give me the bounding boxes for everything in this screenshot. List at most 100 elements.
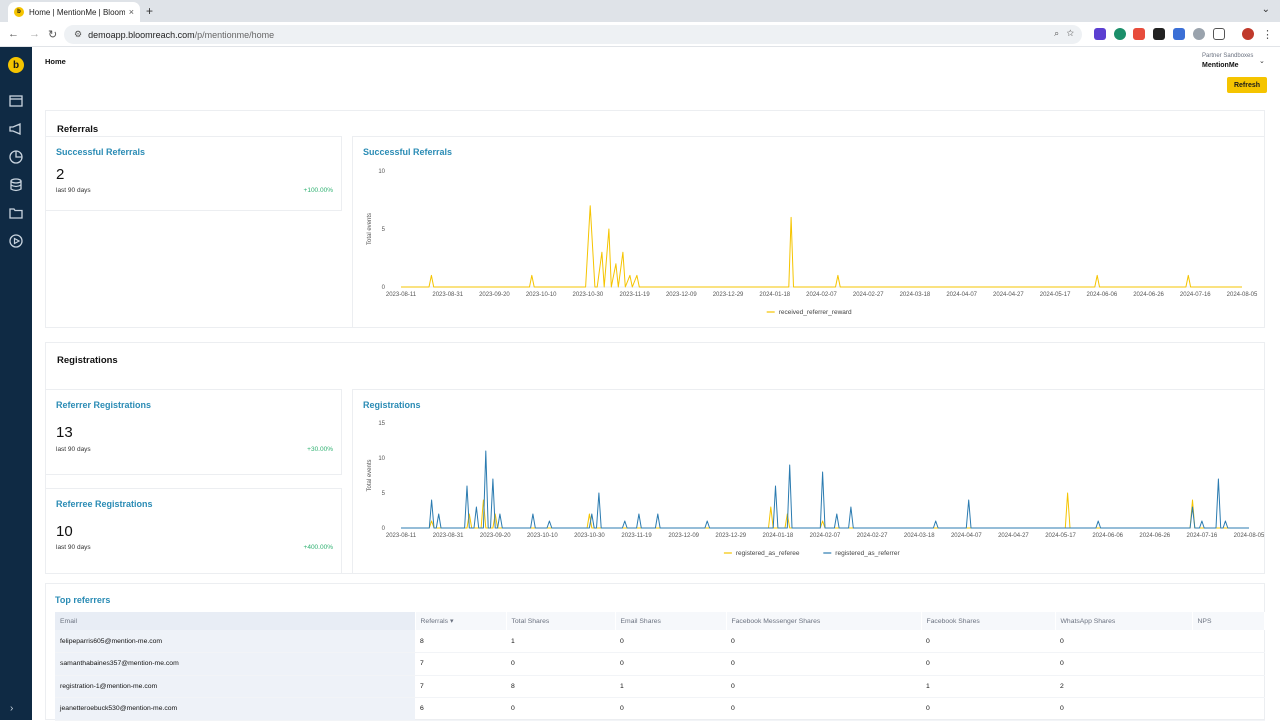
column-header-nps[interactable]: NPS [1192,612,1265,630]
column-header-total-shares[interactable]: Total Shares [506,612,616,630]
extension-icon[interactable] [1094,28,1106,40]
legend-label: registered_as_referee [736,550,800,557]
column-header-whatsapp-shares[interactable]: WhatsApp Shares [1055,612,1193,630]
table-cell [1192,697,1265,721]
new-tab-button[interactable]: + [146,4,153,18]
reload-icon[interactable]: ↻ [48,28,57,41]
column-header-referrals[interactable]: Referrals ▾ [415,612,507,630]
campaigns-megaphone-icon[interactable] [8,121,24,137]
kpi-title: Referrer Registrations [56,400,152,410]
successful-referrals-chart: 0 5 10 Total events 2023-08-11 2023-08-31 2023… [367,169,1258,316]
profile-avatar[interactable] [1242,28,1254,40]
table-cell: 7 [415,652,506,676]
dashboard-icon[interactable] [8,93,24,109]
table-cell: 0 [726,630,921,653]
x-tick-label: 2023-10-10 [526,292,557,298]
column-header-email-shares[interactable]: Email Shares [615,612,727,630]
extension-icon[interactable] [1193,28,1205,40]
browser-toolbar: ← → ↻ ⚙ demoapp.bloomreach.com/p/mention… [0,22,1280,47]
bloomreach-favicon-icon: b [14,7,24,17]
address-bar[interactable]: ⚙ demoapp.bloomreach.com/p/mentionme/hom… [64,25,1082,44]
x-tick-label: 2023-09-20 [479,292,510,298]
x-tick-label: 2024-05-17 [1040,292,1071,298]
x-tick-label: 2024-02-27 [857,533,888,539]
table-row[interactable]: samanthabaines357@mention-me.com 7 0 0 0 0 0 [55,652,1265,676]
y-axis-label: Total events [367,459,373,491]
extensions-puzzle-icon[interactable] [1213,28,1225,40]
x-tick-label: 2023-12-29 [715,533,746,539]
expand-sidebar-chevron-icon[interactable]: › [10,703,13,714]
column-header-email[interactable]: Email [55,612,416,630]
bloomreach-logo[interactable]: b [8,57,24,73]
data-database-icon[interactable] [8,177,24,193]
kpi-period: last 90 days [56,187,91,194]
table-cell: 0 [1055,652,1192,676]
successful-referrals-kpi-card: Successful Referrals 2 last 90 days +100… [45,136,342,211]
table-cell-email: samanthabaines357@mention-me.com [55,652,415,676]
forward-icon[interactable]: → [29,28,40,40]
table-row[interactable]: registration-1@mention-me.com 7 8 1 0 1 2 [55,675,1265,698]
project-name: MentionMe [1202,61,1239,69]
extension-icon[interactable] [1153,28,1165,40]
x-tick-label: 2024-08-05 [1227,292,1258,298]
table-cell: 2 [1055,675,1192,698]
table-cell: 0 [506,697,615,721]
extension-icon[interactable] [1133,28,1145,40]
kpi-title: Referree Registrations [56,499,153,509]
x-tick-label: 2023-12-09 [666,292,697,298]
table-row[interactable]: jeanetteroebuck530@mention-me.com 6 0 0 0 0 0 [55,697,1265,721]
refresh-button[interactable]: Refresh [1227,77,1267,93]
play-circle-icon[interactable] [8,233,24,249]
y-tick-label: 5 [382,227,386,233]
browser-menu-icon[interactable]: ⋮ [1262,28,1273,41]
table-cell: 0 [726,652,921,676]
column-header-facebook-messenger-shares[interactable]: Facebook Messenger Shares [726,612,922,630]
tab-search-chevron-icon[interactable]: ⌄ [1262,4,1270,15]
x-tick-label: 2023-08-31 [432,292,463,298]
top-referrers-table: Email Referrals ▾ Total Shares Email Sha… [55,612,1265,721]
y-tick-label: 5 [382,491,386,497]
table-cell [1192,652,1265,676]
extension-icon[interactable] [1173,28,1185,40]
back-icon[interactable]: ← [8,28,19,40]
registrations-chart-card: Registrations 0 5 10 15 Total events 2023-08-… [352,389,1265,574]
top-referrers-title: Top referrers [55,595,111,605]
table-cell: 0 [921,630,1055,653]
series-line [401,450,1249,529]
x-tick-label: 2024-03-18 [900,292,931,298]
x-tick-label: 2023-12-29 [713,292,744,298]
x-tick-label: 2023-08-31 [433,533,464,539]
chevron-down-icon[interactable]: ⌄ [1259,57,1265,65]
sort-desc-icon: ▾ [449,618,454,625]
x-tick-label: 2023-08-11 [386,533,417,539]
legend-label: received_referrer_reward [779,309,852,316]
table-cell: 0 [506,652,615,676]
tab-close-icon[interactable]: × [129,7,134,17]
table-cell: 0 [615,630,726,653]
table-cell [1192,675,1265,698]
browser-tab[interactable]: b Home | MentionMe | Bloomre... × [8,2,140,22]
x-tick-label: 2024-06-26 [1139,533,1170,539]
x-tick-label: 2024-04-07 [946,292,977,298]
table-row[interactable]: felipeparris605@mention-me.com 8 1 0 0 0 0 [55,630,1265,653]
x-tick-label: 2024-04-07 [951,533,982,539]
project-switcher[interactable]: Partner Sandboxes MentionMe [1202,53,1253,70]
extension-icon[interactable] [1114,28,1126,40]
x-tick-label: 2023-11-19 [621,533,652,539]
x-tick-label: 2024-03-18 [904,533,935,539]
analytics-pie-icon[interactable] [8,149,24,165]
table-cell: 0 [1055,697,1192,721]
tab-title: Home | MentionMe | Bloomre... [29,7,125,17]
column-header-label: Referrals [420,618,449,625]
x-tick-label: 2023-10-10 [527,533,558,539]
bookmark-star-icon[interactable]: ⌕ ☆ [1054,28,1074,39]
column-header-facebook-shares[interactable]: Facebook Shares [921,612,1056,630]
table-cell-email: jeanetteroebuck530@mention-me.com [55,697,415,721]
assets-folder-icon[interactable] [8,205,24,221]
registrations-section-title: Registrations [57,355,118,366]
x-tick-label: 2024-04-27 [998,533,1029,539]
table-cell: 0 [615,697,726,721]
site-info-icon[interactable]: ⚙ [74,29,82,40]
y-tick-label: 0 [382,526,386,532]
table-cell: 0 [921,697,1055,721]
